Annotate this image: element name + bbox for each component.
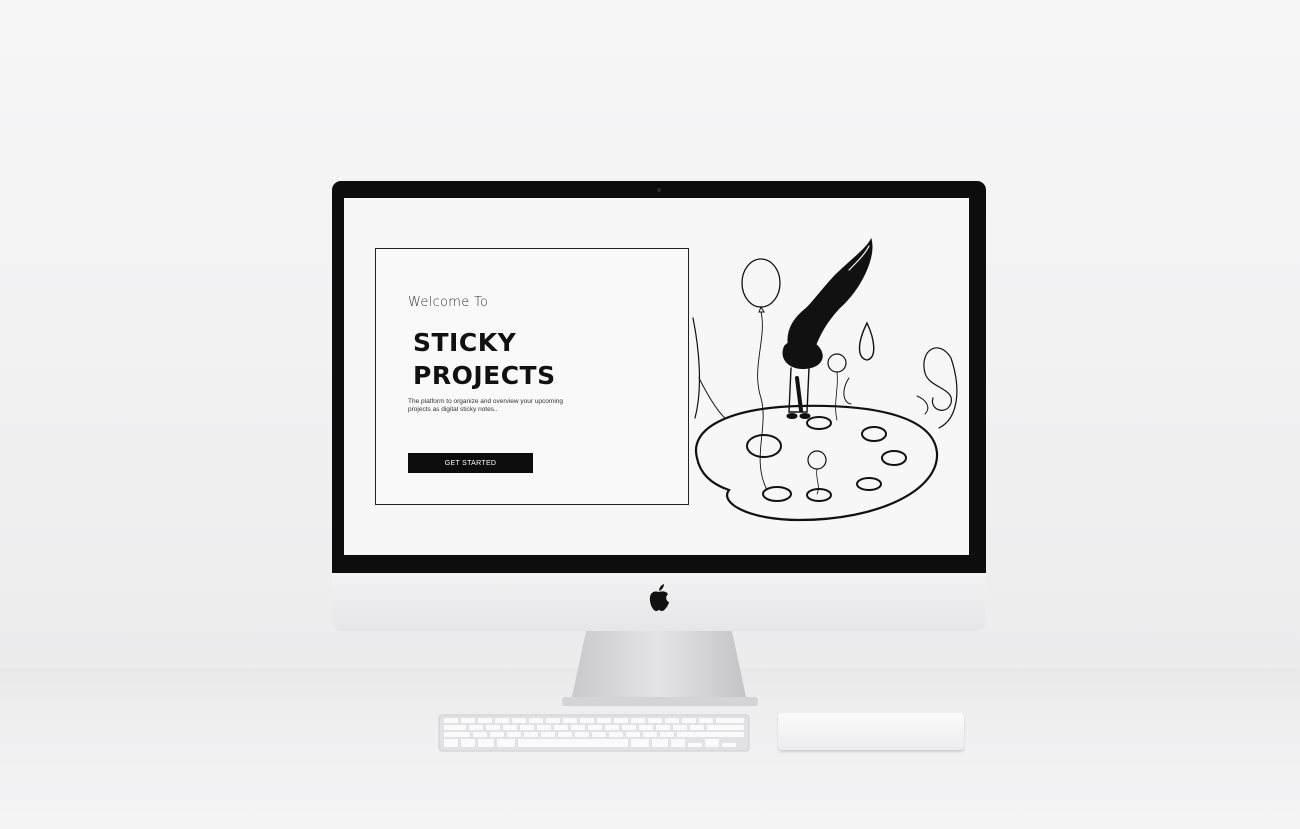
monitor-bezel: Welcome To STICKY PROJECTS The platform … (332, 181, 986, 573)
keyboard (438, 714, 750, 752)
page-title: STICKY PROJECTS (413, 326, 633, 392)
title-line-1: STICKY (413, 328, 517, 357)
monitor-stand (562, 631, 758, 706)
title-line-2: PROJECTS (413, 361, 556, 390)
hero-card: Welcome To STICKY PROJECTS The platform … (375, 248, 689, 505)
monitor-chin (332, 573, 986, 631)
tagline-text: The platform to organize and overview yo… (408, 398, 563, 413)
welcome-text: Welcome To (408, 295, 489, 310)
trackpad (778, 713, 964, 750)
palette-illustration (692, 237, 958, 522)
monitor-screen: Welcome To STICKY PROJECTS The platform … (344, 198, 969, 555)
apple-icon (649, 584, 669, 611)
get-started-button[interactable]: GET STARTED (408, 453, 533, 473)
imac-monitor: Welcome To STICKY PROJECTS The platform … (332, 181, 986, 631)
camera-icon (657, 188, 661, 192)
